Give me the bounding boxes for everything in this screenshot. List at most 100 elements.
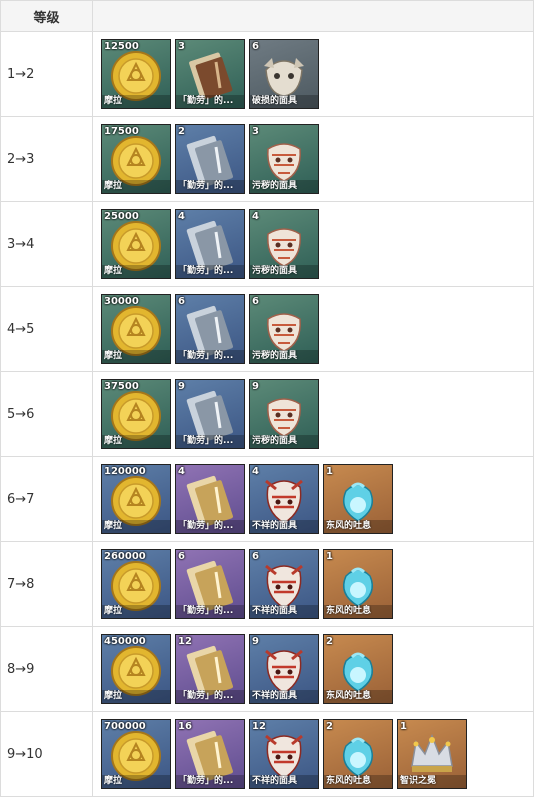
material-name: 污秽的面具 [250,435,318,448]
material-count: 260000 [104,551,146,562]
material-list: 450000 摩拉 12 「勤劳」的... 9 不祥的面具 2 东风的吐息 [93,634,533,704]
table-row: 4→5 30000 摩拉 6 「勤劳」的... 6 污秽的面具 [0,286,534,372]
material-item[interactable]: 4 污秽的面具 [249,209,319,279]
material-item[interactable]: 4 「勤劳」的... [175,464,245,534]
level-cell: 2→3 [0,116,93,202]
material-name: 「勤劳」的... [176,435,244,448]
material-item[interactable]: 3 污秽的面具 [249,124,319,194]
material-name: 摩拉 [102,775,170,788]
material-count: 6 [178,296,185,307]
material-item[interactable]: 2 东风的吐息 [323,719,393,789]
material-name: 「勤劳」的... [176,605,244,618]
material-count: 1 [400,721,407,732]
material-count: 4 [252,466,259,477]
material-count: 700000 [104,721,146,732]
table-header-row: 等级 [0,0,534,32]
material-item[interactable]: 6 「勤劳」的... [175,294,245,364]
material-count: 17500 [104,126,139,137]
level-cell: 6→7 [0,456,93,542]
material-item[interactable]: 450000 摩拉 [101,634,171,704]
table-row: 9→10 700000 摩拉 16 「勤劳」的... 12 不祥的面具 2 东风的吐息 1 智识之冕 [0,711,534,797]
material-name: 不祥的面具 [250,690,318,703]
material-name: 摩拉 [102,180,170,193]
material-item[interactable]: 6 「勤劳」的... [175,549,245,619]
material-item[interactable]: 25000 摩拉 [101,209,171,279]
material-item[interactable]: 1 东风的吐息 [323,464,393,534]
material-count: 450000 [104,636,146,647]
material-count: 4 [178,466,185,477]
material-item[interactable]: 12 不祥的面具 [249,719,319,789]
table-body: 1→2 12500 摩拉 3 「勤劳」的... 6 破损的面具 2→3 17500 摩拉 2 「勤劳」… [0,31,534,797]
material-item[interactable]: 6 破损的面具 [249,39,319,109]
material-item[interactable]: 3 「勤劳」的... [175,39,245,109]
materials-cell: 37500 摩拉 9 「勤劳」的... 9 污秽的面具 [92,371,534,457]
material-name: 「勤劳」的... [176,520,244,533]
level-cell: 7→8 [0,541,93,627]
material-name: 摩拉 [102,265,170,278]
material-item[interactable]: 12 「勤劳」的... [175,634,245,704]
material-item[interactable]: 9 「勤劳」的... [175,379,245,449]
material-count: 2 [178,126,185,137]
talent-material-table: 等级 1→2 12500 摩拉 3 「勤劳」的... 6 破损的面具 2→3 17500 摩拉 2 「… [0,0,534,797]
material-name: 摩拉 [102,350,170,363]
material-item[interactable]: 6 污秽的面具 [249,294,319,364]
material-name: 智识之冕 [398,775,466,788]
material-count: 3 [252,126,259,137]
material-name: 污秽的面具 [250,265,318,278]
material-count: 4 [252,211,259,222]
material-name: 「勤劳」的... [176,350,244,363]
material-item[interactable]: 1 东风的吐息 [323,549,393,619]
material-item[interactable]: 30000 摩拉 [101,294,171,364]
material-count: 16 [178,721,192,732]
material-count: 12500 [104,41,139,52]
material-count: 2 [326,721,333,732]
material-count: 3 [178,41,185,52]
material-item[interactable]: 6 不祥的面具 [249,549,319,619]
material-item[interactable]: 1 智识之冕 [397,719,467,789]
materials-column-header [92,0,534,32]
material-item[interactable]: 9 不祥的面具 [249,634,319,704]
material-name: 污秽的面具 [250,180,318,193]
material-count: 12 [178,636,192,647]
material-name: 摩拉 [102,520,170,533]
table-row: 2→3 17500 摩拉 2 「勤劳」的... 3 污秽的面具 [0,116,534,202]
material-name: 东风的吐息 [324,520,392,533]
material-count: 1 [326,551,333,562]
material-name: 东风的吐息 [324,690,392,703]
level-cell: 8→9 [0,626,93,712]
material-count: 2 [326,636,333,647]
material-item[interactable]: 17500 摩拉 [101,124,171,194]
material-name: 「勤劳」的... [176,180,244,193]
material-list: 260000 摩拉 6 「勤劳」的... 6 不祥的面具 1 东风的吐息 [93,549,533,619]
material-count: 25000 [104,211,139,222]
material-count: 9 [252,636,259,647]
material-count: 4 [178,211,185,222]
material-name: 东风的吐息 [324,605,392,618]
materials-cell: 17500 摩拉 2 「勤劳」的... 3 污秽的面具 [92,116,534,202]
material-item[interactable]: 4 「勤劳」的... [175,209,245,279]
material-item[interactable]: 12500 摩拉 [101,39,171,109]
material-item[interactable]: 2 东风的吐息 [323,634,393,704]
material-name: 不祥的面具 [250,605,318,618]
material-item[interactable]: 2 「勤劳」的... [175,124,245,194]
material-item[interactable]: 260000 摩拉 [101,549,171,619]
materials-cell: 12500 摩拉 3 「勤劳」的... 6 破损的面具 [92,31,534,117]
material-name: 污秽的面具 [250,350,318,363]
material-count: 6 [252,551,259,562]
materials-cell: 700000 摩拉 16 「勤劳」的... 12 不祥的面具 2 东风的吐息 1 智识之冕 [92,711,534,797]
table-row: 3→4 25000 摩拉 4 「勤劳」的... 4 污秽的面具 [0,201,534,287]
level-cell: 1→2 [0,31,93,117]
materials-cell: 260000 摩拉 6 「勤劳」的... 6 不祥的面具 1 东风的吐息 [92,541,534,627]
material-item[interactable]: 16 「勤劳」的... [175,719,245,789]
material-item[interactable]: 120000 摩拉 [101,464,171,534]
material-name: 「勤劳」的... [176,95,244,108]
material-item[interactable]: 4 不祥的面具 [249,464,319,534]
table-row: 6→7 120000 摩拉 4 「勤劳」的... 4 不祥的面具 1 东风的吐息 [0,456,534,542]
material-list: 12500 摩拉 3 「勤劳」的... 6 破损的面具 [93,39,533,109]
material-item[interactable]: 37500 摩拉 [101,379,171,449]
level-cell: 3→4 [0,201,93,287]
material-count: 1 [326,466,333,477]
table-row: 7→8 260000 摩拉 6 「勤劳」的... 6 不祥的面具 1 东风的吐息 [0,541,534,627]
material-item[interactable]: 700000 摩拉 [101,719,171,789]
material-item[interactable]: 9 污秽的面具 [249,379,319,449]
